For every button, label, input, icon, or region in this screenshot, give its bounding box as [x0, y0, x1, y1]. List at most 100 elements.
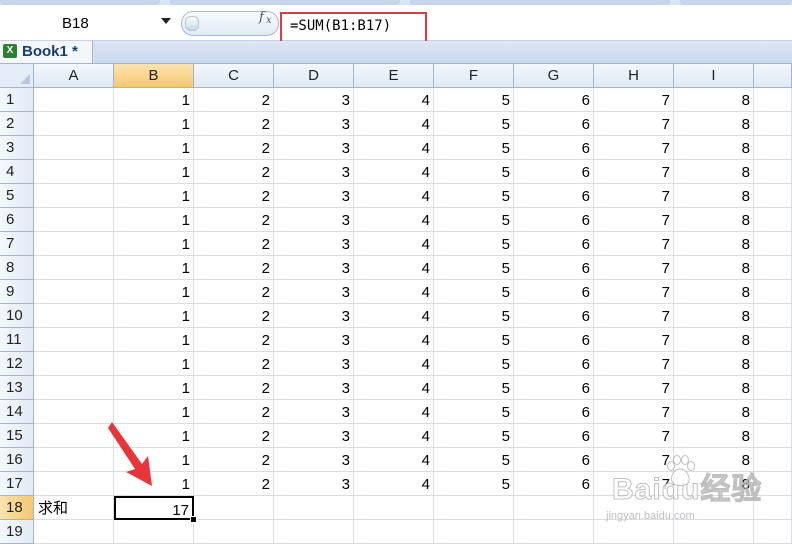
cell-a13[interactable] [34, 376, 114, 400]
row-header-5[interactable]: 5 [0, 184, 34, 208]
cell-f10[interactable]: 5 [434, 304, 514, 328]
cell-h8[interactable]: 7 [594, 256, 674, 280]
resize-knob-icon[interactable] [185, 16, 199, 31]
cell-e7[interactable]: 4 [354, 232, 434, 256]
cell-c5[interactable]: 2 [194, 184, 274, 208]
insert-function-icon[interactable]: f x [258, 8, 276, 30]
cell-a15[interactable] [34, 424, 114, 448]
cell-a1[interactable] [34, 88, 114, 112]
cell-j6[interactable] [754, 208, 792, 232]
cell-d3[interactable]: 3 [274, 136, 354, 160]
cell-g13[interactable]: 6 [514, 376, 594, 400]
cell-a19[interactable] [34, 520, 114, 544]
cell-e2[interactable]: 4 [354, 112, 434, 136]
cell-d14[interactable]: 3 [274, 400, 354, 424]
cell-j4[interactable] [754, 160, 792, 184]
cell-g1[interactable]: 6 [514, 88, 594, 112]
cell-g8[interactable]: 6 [514, 256, 594, 280]
row-header-13[interactable]: 13 [0, 376, 34, 400]
cell-i6[interactable]: 8 [674, 208, 754, 232]
cell-e14[interactable]: 4 [354, 400, 434, 424]
cell-f6[interactable]: 5 [434, 208, 514, 232]
row-header-11[interactable]: 11 [0, 328, 34, 352]
active-cell-b18[interactable]: 17 [114, 496, 194, 520]
cell-d6[interactable]: 3 [274, 208, 354, 232]
cell-g16[interactable]: 6 [514, 448, 594, 472]
cell-b13[interactable]: 1 [114, 376, 194, 400]
cell-g17[interactable]: 6 [514, 472, 594, 496]
cell-c3[interactable]: 2 [194, 136, 274, 160]
cell-a17[interactable] [34, 472, 114, 496]
cell-b19[interactable] [114, 520, 194, 544]
column-header-g[interactable]: G [514, 64, 594, 88]
cell-e18[interactable] [354, 496, 434, 520]
cell-e13[interactable]: 4 [354, 376, 434, 400]
cell-h7[interactable]: 7 [594, 232, 674, 256]
cell-f13[interactable]: 5 [434, 376, 514, 400]
cell-c6[interactable]: 2 [194, 208, 274, 232]
cell-b8[interactable]: 1 [114, 256, 194, 280]
row-header-16[interactable]: 16 [0, 448, 34, 472]
cell-g9[interactable]: 6 [514, 280, 594, 304]
tab-book1[interactable]: X Book1 * [0, 41, 93, 63]
cell-c9[interactable]: 2 [194, 280, 274, 304]
cell-h14[interactable]: 7 [594, 400, 674, 424]
cell-j12[interactable] [754, 352, 792, 376]
cell-b10[interactable]: 1 [114, 304, 194, 328]
cell-f15[interactable]: 5 [434, 424, 514, 448]
cell-g19[interactable] [514, 520, 594, 544]
cell-c15[interactable]: 2 [194, 424, 274, 448]
cell-d15[interactable]: 3 [274, 424, 354, 448]
cell-h13[interactable]: 7 [594, 376, 674, 400]
cell-h19[interactable] [594, 520, 674, 544]
cell-h1[interactable]: 7 [594, 88, 674, 112]
cell-i14[interactable]: 8 [674, 400, 754, 424]
column-header-i[interactable]: I [674, 64, 754, 88]
cell-d11[interactable]: 3 [274, 328, 354, 352]
cell-e12[interactable]: 4 [354, 352, 434, 376]
cell-g7[interactable]: 6 [514, 232, 594, 256]
cell-c4[interactable]: 2 [194, 160, 274, 184]
cell-g6[interactable]: 6 [514, 208, 594, 232]
cell-j14[interactable] [754, 400, 792, 424]
cell-c7[interactable]: 2 [194, 232, 274, 256]
cell-g11[interactable]: 6 [514, 328, 594, 352]
row-header-10[interactable]: 10 [0, 304, 34, 328]
cell-e16[interactable]: 4 [354, 448, 434, 472]
row-header-14[interactable]: 14 [0, 400, 34, 424]
cell-a14[interactable] [34, 400, 114, 424]
cell-c18[interactable] [194, 496, 274, 520]
cell-b7[interactable]: 1 [114, 232, 194, 256]
cell-f2[interactable]: 5 [434, 112, 514, 136]
cell-e1[interactable]: 4 [354, 88, 434, 112]
cell-i4[interactable]: 8 [674, 160, 754, 184]
column-header-f[interactable]: F [434, 64, 514, 88]
cell-f1[interactable]: 5 [434, 88, 514, 112]
row-header-7[interactable]: 7 [0, 232, 34, 256]
cell-e17[interactable]: 4 [354, 472, 434, 496]
cell-a10[interactable] [34, 304, 114, 328]
cell-f7[interactable]: 5 [434, 232, 514, 256]
cell-f14[interactable]: 5 [434, 400, 514, 424]
cell-d9[interactable]: 3 [274, 280, 354, 304]
cell-e11[interactable]: 4 [354, 328, 434, 352]
row-header-8[interactable]: 8 [0, 256, 34, 280]
cell-f19[interactable] [434, 520, 514, 544]
cell-g15[interactable]: 6 [514, 424, 594, 448]
cell-h2[interactable]: 7 [594, 112, 674, 136]
cell-g3[interactable]: 6 [514, 136, 594, 160]
cell-j1[interactable] [754, 88, 792, 112]
cell-a3[interactable] [34, 136, 114, 160]
cell-j3[interactable] [754, 136, 792, 160]
cell-d1[interactable]: 3 [274, 88, 354, 112]
cell-b6[interactable]: 1 [114, 208, 194, 232]
column-header-partial[interactable] [754, 64, 792, 88]
cell-e3[interactable]: 4 [354, 136, 434, 160]
column-header-b[interactable]: B [114, 64, 194, 88]
cell-d17[interactable]: 3 [274, 472, 354, 496]
column-header-e[interactable]: E [354, 64, 434, 88]
cell-h10[interactable]: 7 [594, 304, 674, 328]
cell-d10[interactable]: 3 [274, 304, 354, 328]
row-header-6[interactable]: 6 [0, 208, 34, 232]
cell-a5[interactable] [34, 184, 114, 208]
